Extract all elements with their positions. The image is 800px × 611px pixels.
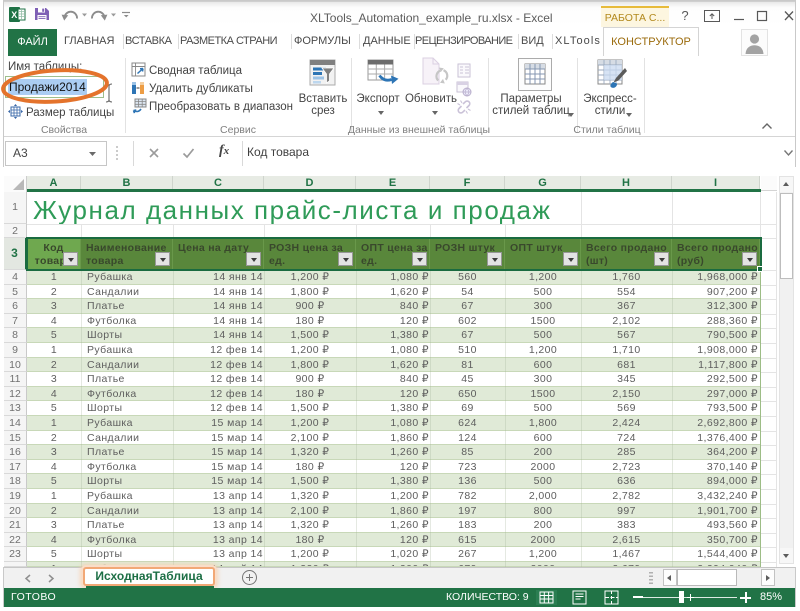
svg-text:X: X bbox=[11, 10, 17, 20]
